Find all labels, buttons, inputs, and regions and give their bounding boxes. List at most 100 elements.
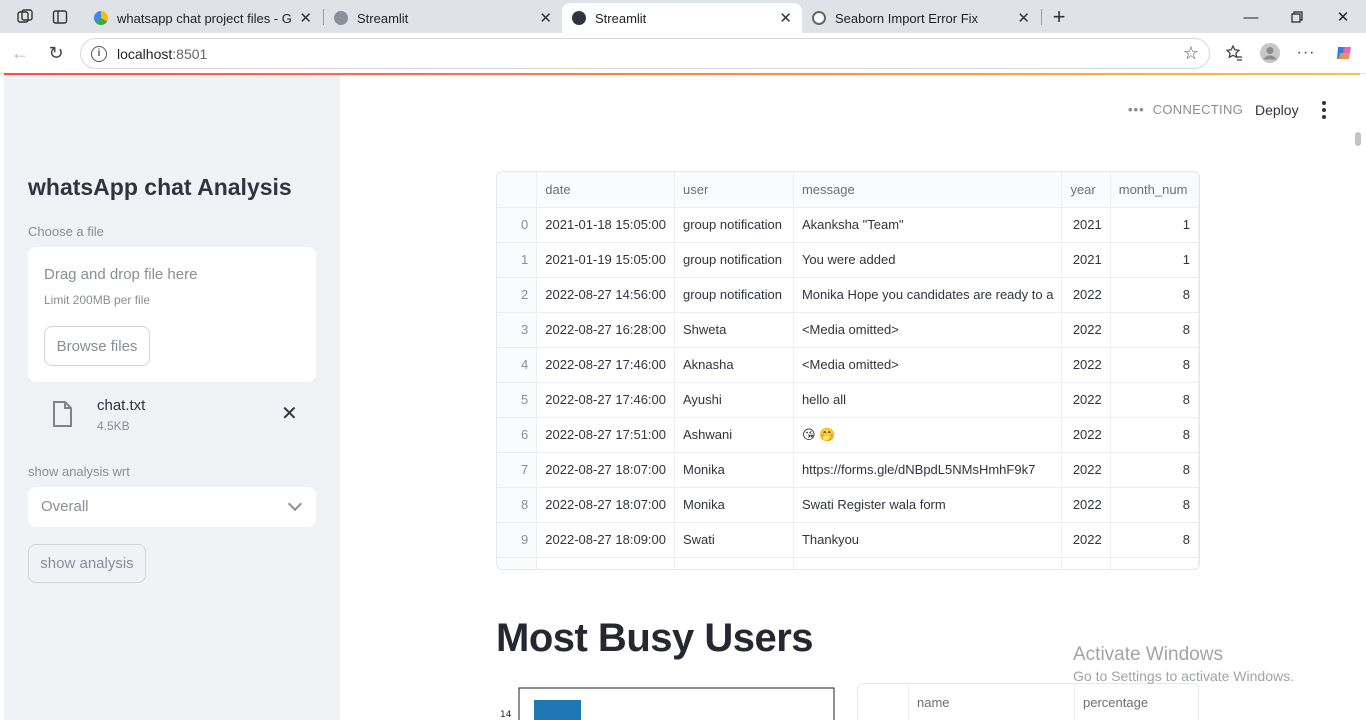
new-tab-icon[interactable]: + (1048, 4, 1070, 29)
tab-seaborn-fix[interactable]: Seaborn Import Error Fix ✕ (802, 3, 1040, 33)
cell-date[interactable]: 2022-08-27 18:07:00 (536, 487, 675, 523)
table-row[interactable]: 3 2022-08-27 16:28:00 Shweta <Media omitted… (497, 312, 1199, 348)
analysis-select[interactable]: Overall (28, 487, 316, 527)
favorites-icon[interactable] (1222, 41, 1246, 65)
cell-month-num[interactable]: 8 (1110, 487, 1199, 523)
cell-month-num[interactable]: 8 (1110, 312, 1199, 348)
cell-year[interactable]: 2021 (1061, 207, 1111, 243)
cell-date[interactable]: 2022-08-27 18:09:00 (536, 522, 675, 558)
cell-message[interactable]: <Media omitted> (793, 347, 1063, 383)
cell-user[interactable]: Ashwani (674, 417, 794, 453)
url-text[interactable]: localhost:8501 (117, 46, 1183, 62)
table-row[interactable]: 1 2021-01-19 15:05:00 group notification Yo… (497, 242, 1199, 278)
cell-date[interactable]: 2022-08-27 17:46:00 (536, 347, 675, 383)
profile-avatar-icon[interactable] (1258, 41, 1282, 65)
browse-files-button[interactable]: Browse files (44, 326, 150, 366)
reload-icon[interactable]: ↻ (44, 41, 68, 65)
row-index[interactable]: 9 (497, 522, 538, 558)
cell-month-num[interactable]: 8 (1110, 382, 1199, 418)
cell-year[interactable]: 2022 (1061, 452, 1111, 488)
cell-month-num[interactable]: 8 (1110, 417, 1199, 453)
cell-year[interactable]: 2022 (1061, 347, 1111, 383)
table-row[interactable]: 2 2022-08-27 14:56:00 group notification Mo… (497, 277, 1199, 313)
row-index[interactable]: 3 (497, 312, 538, 348)
cell-user[interactable]: group notification (674, 277, 794, 313)
cell-message[interactable]: 😘 🤭 (793, 417, 1063, 453)
col-index[interactable] (497, 172, 538, 208)
copilot-icon[interactable] (1332, 41, 1356, 65)
cell-year[interactable]: 2022 (1061, 487, 1111, 523)
table-row[interactable]: 4 2022-08-27 17:46:00 Aknasha <Media omitte… (497, 347, 1199, 383)
row-index[interactable]: 0 (497, 207, 538, 243)
col-month-num[interactable]: month_num (1110, 172, 1199, 208)
cell-date[interactable]: 2022-08-27 17:46:00 (536, 382, 675, 418)
row-index[interactable]: 4 (497, 347, 538, 383)
cell-year[interactable]: 2022 (1061, 277, 1111, 313)
table-row[interactable]: 6 2022-08-27 17:51:00 Ashwani 😘 🤭 2022 8 (497, 417, 1199, 453)
col-index[interactable] (858, 684, 909, 720)
cell-message[interactable]: <Media omitted> (793, 312, 1063, 348)
deploy-button[interactable]: Deploy (1255, 102, 1299, 118)
remove-file-icon[interactable]: ✕ (281, 401, 298, 426)
table-row[interactable]: 9 2022-08-27 18:09:00 Swati Thankyou 2022 8 (497, 522, 1199, 558)
cell-user[interactable]: Monika (674, 487, 794, 523)
cell-user[interactable]: Monika (674, 452, 794, 488)
close-tab-icon[interactable]: ✕ (1017, 9, 1030, 27)
back-icon[interactable]: ← (8, 41, 32, 65)
more-options-icon[interactable]: ··· (1294, 41, 1318, 65)
workspaces-icon[interactable] (14, 6, 36, 28)
cell-user[interactable]: Swati (674, 522, 794, 558)
cell-date[interactable]: 2022-08-27 18:07:00 (536, 452, 675, 488)
cell-message[interactable]: https://forms.gle/dNBpdL5NMsHmhF9k7 (793, 452, 1063, 488)
cell-month-num[interactable]: 1 (1110, 207, 1199, 243)
cell-user[interactable]: group notification (674, 242, 794, 278)
row-index[interactable]: 7 (497, 452, 538, 488)
tab-google-drive[interactable]: whatsapp chat project files - Goo ✕ (84, 3, 322, 33)
busy-users-table[interactable]: name percentage (857, 683, 1199, 720)
tab-streamlit-1[interactable]: Streamlit ✕ (324, 3, 562, 33)
row-index[interactable]: 5 (497, 382, 538, 418)
cell-month-num[interactable]: 8 (1110, 522, 1199, 558)
tab-streamlit-active[interactable]: Streamlit ✕ (562, 3, 802, 33)
row-index[interactable]: 6 (497, 417, 538, 453)
cell-date[interactable]: 2022-08-27 16:28:00 (536, 312, 675, 348)
cell-month-num[interactable]: 1 (1110, 242, 1199, 278)
row-index[interactable]: 8 (497, 487, 538, 523)
close-window-icon[interactable]: ✕ (1320, 4, 1366, 30)
cell-date[interactable]: 2022-08-27 17:51:00 (536, 417, 675, 453)
cell-date[interactable]: 2021-01-18 15:05:00 (536, 207, 675, 243)
col-date[interactable]: date (536, 172, 675, 208)
cell-user[interactable]: group notification (674, 207, 794, 243)
restore-icon[interactable] (1274, 4, 1320, 30)
table-row[interactable]: 0 2021-01-18 15:05:00 group notification Ak… (497, 207, 1199, 243)
cell-year[interactable]: 2022 (1061, 417, 1111, 453)
cell-user[interactable]: Ayushi (674, 382, 794, 418)
cell-message[interactable]: Swati Register wala form (793, 487, 1063, 523)
minimize-icon[interactable]: — (1228, 4, 1274, 30)
cell-user[interactable]: Shweta (674, 312, 794, 348)
close-tab-icon[interactable]: ✕ (779, 9, 792, 27)
row-index[interactable]: 2 (497, 277, 538, 313)
cell-message[interactable]: You were added (793, 242, 1063, 278)
scrollbar[interactable] (1355, 132, 1361, 146)
cell-message[interactable]: Monika Hope you candidates are ready to … (793, 277, 1063, 313)
cell-year[interactable]: 2022 (1061, 312, 1111, 348)
col-user[interactable]: user (674, 172, 794, 208)
col-name[interactable]: name (909, 684, 1075, 720)
table-row[interactable]: 8 2022-08-27 18:07:00 Monika Swati Register… (497, 487, 1199, 523)
cell-month-num[interactable]: 8 (1110, 277, 1199, 313)
chat-dataframe[interactable]: date user message year month_num 0 2021-0… (496, 171, 1200, 570)
url-bar[interactable]: i localhost:8501 ☆ (80, 38, 1210, 69)
cell-year[interactable]: 2021 (1061, 242, 1111, 278)
col-message[interactable]: message (793, 172, 1063, 208)
col-year[interactable]: year (1061, 172, 1111, 208)
table-row[interactable]: 7 2022-08-27 18:07:00 Monika https://forms.… (497, 452, 1199, 488)
cell-message[interactable]: Akanksha "Team" (793, 207, 1063, 243)
cell-message[interactable]: Thankyou (793, 522, 1063, 558)
cell-month-num[interactable]: 8 (1110, 347, 1199, 383)
col-percentage[interactable]: percentage (1075, 684, 1198, 720)
cell-message[interactable]: hello all (793, 382, 1063, 418)
favorite-star-icon[interactable]: ☆ (1183, 43, 1199, 64)
cell-year[interactable]: 2022 (1061, 522, 1111, 558)
vertical-tabs-icon[interactable] (49, 6, 71, 28)
